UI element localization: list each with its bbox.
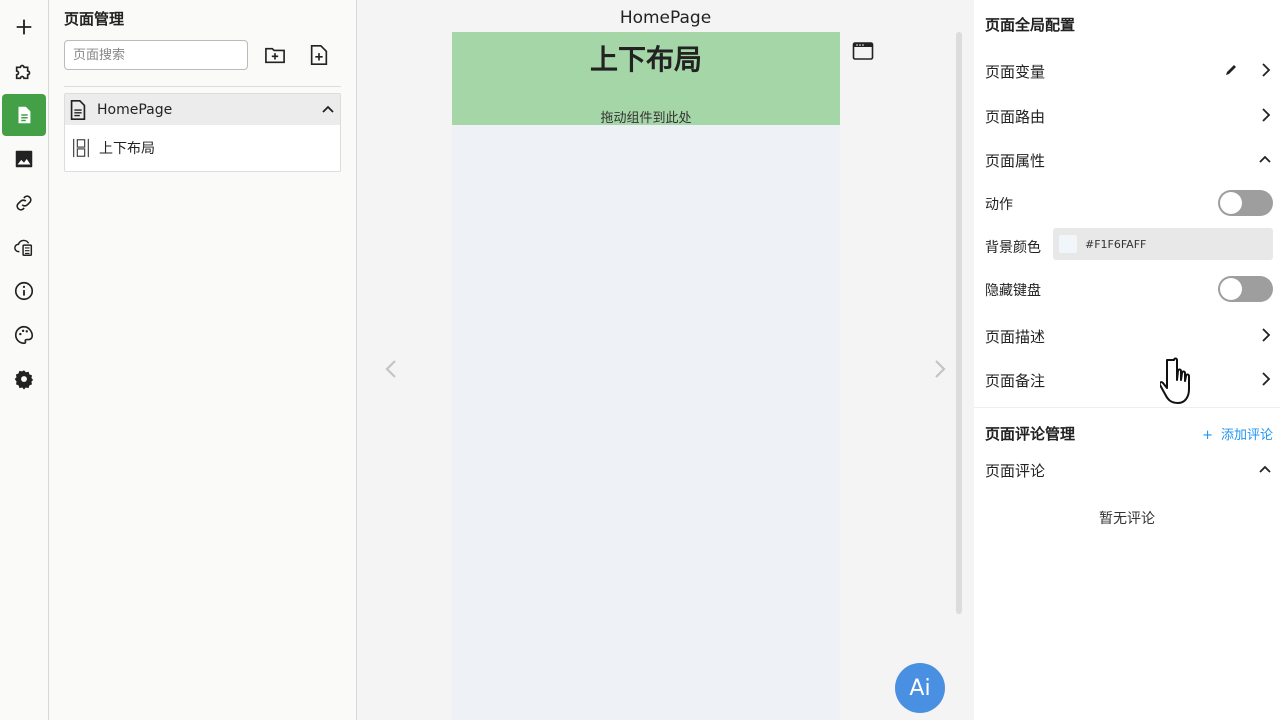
layout-container[interactable]: 上下布局 拖动组件到此处: [452, 32, 840, 126]
chevron-right-icon[interactable]: [1259, 370, 1273, 388]
design-canvas: HomePage 上下布局 拖动组件到此处 Ai: [357, 0, 974, 720]
canvas-scrollbar[interactable]: [956, 32, 962, 614]
color-swatch[interactable]: [1059, 235, 1077, 253]
plus-icon: [16, 19, 32, 35]
add-comment-button[interactable]: + 添加评论: [1202, 424, 1273, 443]
page-route-row[interactable]: 页面路由: [985, 106, 1273, 127]
bg-color-value: #F1F6FAFF: [1085, 237, 1147, 251]
page-route-label: 页面路由: [985, 108, 1046, 126]
page-properties-label: 页面属性: [985, 152, 1046, 170]
empty-comments-text: 暂无评论: [1099, 511, 1155, 527]
chevron-left-icon[interactable]: [384, 358, 398, 380]
palette-icon: [15, 325, 34, 345]
action-row: 动作: [985, 190, 1273, 216]
config-title: 页面全局配置: [985, 16, 1076, 34]
puzzle-icon: [15, 64, 31, 80]
divider: [64, 86, 341, 87]
chevron-right-icon[interactable]: [1259, 326, 1273, 344]
image-icon: [15, 150, 33, 168]
file-plus-icon: [310, 45, 328, 65]
tree-item-homepage[interactable]: HomePage: [65, 94, 340, 125]
page-notes-row[interactable]: 页面备注: [985, 370, 1273, 391]
hide-keyboard-row: 隐藏键盘: [985, 276, 1273, 302]
action-toggle[interactable]: [1218, 190, 1273, 216]
links-button[interactable]: [2, 182, 46, 224]
chevron-right-icon[interactable]: [1259, 61, 1273, 79]
chevron-right-icon[interactable]: [1259, 106, 1273, 124]
page-manager-panel: 页面管理 HomePage 上下布局: [49, 0, 357, 720]
icon-rail: [0, 0, 49, 720]
page-variables-label: 页面变量: [985, 63, 1046, 81]
page-description-row[interactable]: 页面描述: [985, 326, 1273, 347]
page-search-input[interactable]: [64, 40, 248, 70]
info-icon: [14, 281, 34, 301]
pages-button[interactable]: [2, 94, 46, 136]
new-folder-button[interactable]: [263, 44, 287, 66]
page-properties-row[interactable]: 页面属性: [985, 150, 1273, 171]
toggle-knob: [1220, 278, 1242, 300]
components-button[interactable]: [2, 50, 46, 92]
hide-keyboard-toggle[interactable]: [1218, 276, 1273, 302]
add-button[interactable]: [2, 6, 46, 48]
gear-icon: [14, 370, 34, 390]
chevron-up-icon[interactable]: [1257, 460, 1273, 478]
window-icon[interactable]: [852, 41, 874, 61]
new-page-button[interactable]: [307, 44, 331, 66]
chevron-up-icon[interactable]: [1257, 150, 1273, 168]
toggle-knob: [1220, 192, 1242, 214]
theme-button[interactable]: [2, 314, 46, 356]
bg-color-field[interactable]: #F1F6FAFF: [1053, 228, 1273, 260]
page-manager-title: 页面管理: [64, 10, 125, 28]
page-description-label: 页面描述: [985, 328, 1046, 346]
chevron-right-icon[interactable]: [933, 358, 947, 380]
page-comments-row[interactable]: 页面评论: [985, 460, 1273, 481]
layout-title: 上下布局: [589, 43, 702, 76]
info-button[interactable]: [2, 270, 46, 312]
page-tree: HomePage 上下布局: [64, 93, 341, 172]
hand-cursor-icon: [1160, 357, 1190, 404]
ai-assistant-button[interactable]: Ai: [895, 663, 945, 713]
chevron-up-icon[interactable]: [320, 101, 336, 117]
cloud-data-icon: [14, 239, 33, 256]
pencil-icon[interactable]: [1224, 63, 1238, 77]
tree-item-label: 上下布局: [99, 141, 155, 157]
data-source-button[interactable]: [2, 226, 46, 268]
hide-keyboard-label: 隐藏键盘: [985, 283, 1041, 299]
page-comments-label: 页面评论: [985, 462, 1046, 480]
tree-item-layout[interactable]: 上下布局: [65, 125, 340, 171]
layout-icon: [73, 138, 89, 158]
bg-color-row: 背景颜色 #F1F6FAFF: [985, 228, 1273, 260]
page-config-panel: 页面全局配置 页面变量 页面路由 页面属性 动作 背景颜色 #F1F6FAFF …: [974, 0, 1280, 720]
page-notes-label: 页面备注: [985, 372, 1046, 390]
plus-icon: +: [1202, 428, 1213, 443]
bg-color-label: 背景颜色: [985, 240, 1041, 256]
phone-preview[interactable]: 上下布局 拖动组件到此处: [452, 32, 840, 720]
settings-button[interactable]: [2, 358, 46, 400]
canvas-page-title: HomePage: [619, 8, 712, 28]
page-icon: [18, 106, 31, 124]
tree-item-label: HomePage: [97, 101, 173, 118]
link-icon: [16, 195, 32, 211]
folder-plus-icon: [265, 47, 285, 64]
action-label: 动作: [985, 197, 1013, 213]
page-variables-row[interactable]: 页面变量: [985, 61, 1273, 82]
add-comment-label: 添加评论: [1220, 428, 1273, 443]
drop-hint: 拖动组件到此处: [600, 111, 692, 126]
images-button[interactable]: [2, 138, 46, 180]
document-icon: [70, 99, 86, 120]
divider: [974, 407, 1280, 408]
